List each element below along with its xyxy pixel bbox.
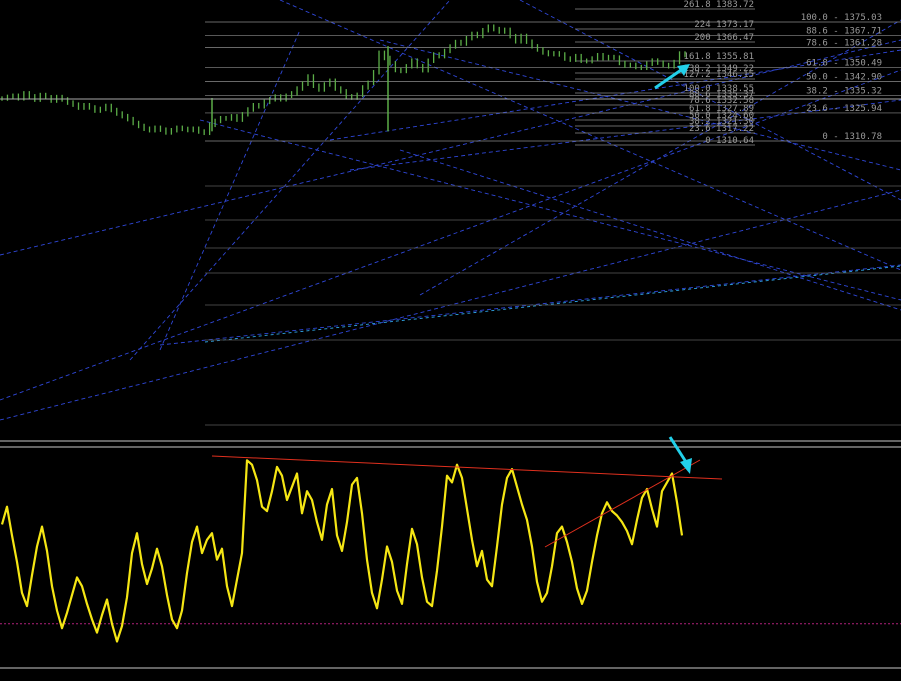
fib-left-label-2: 200 1366.47 (694, 33, 754, 43)
fib-right-label-0: 100.0 - 1375.03 (801, 13, 882, 23)
fib-right-label-6: 23.6 - 1325.94 (806, 104, 882, 114)
fib-left-label-3: 161.8 1355.81 (684, 52, 754, 62)
fib-right-label-4: 50.0 - 1342.90 (806, 73, 882, 83)
fib-right-label-3: 61.8 - 1350.49 (806, 58, 882, 68)
fib-right-label-2: 78.6 - 1361.28 (806, 38, 882, 48)
fib-left-label-13: 0 1310.64 (705, 136, 754, 146)
fib-left-label-1: 224 1373.17 (694, 20, 754, 30)
fib-right-label-7: 0 - 1310.78 (822, 132, 882, 142)
fib-left-label-0: 261.8 1383.72 (684, 0, 754, 10)
chart-canvas: 100.0 - 1375.03 88.6 - 1367.7178.6 - 1361… (0, 0, 901, 681)
fib-right-label-1: 88.6 - 1367.71 (806, 27, 882, 37)
fib-right-label-5: 38.2 - 1335.32 (806, 87, 882, 97)
fib-left-label-12: 23.6 1317.22 (689, 124, 754, 134)
fib-left-label-5: 127.2 1346.15 (684, 70, 754, 80)
chart-background (0, 0, 901, 681)
